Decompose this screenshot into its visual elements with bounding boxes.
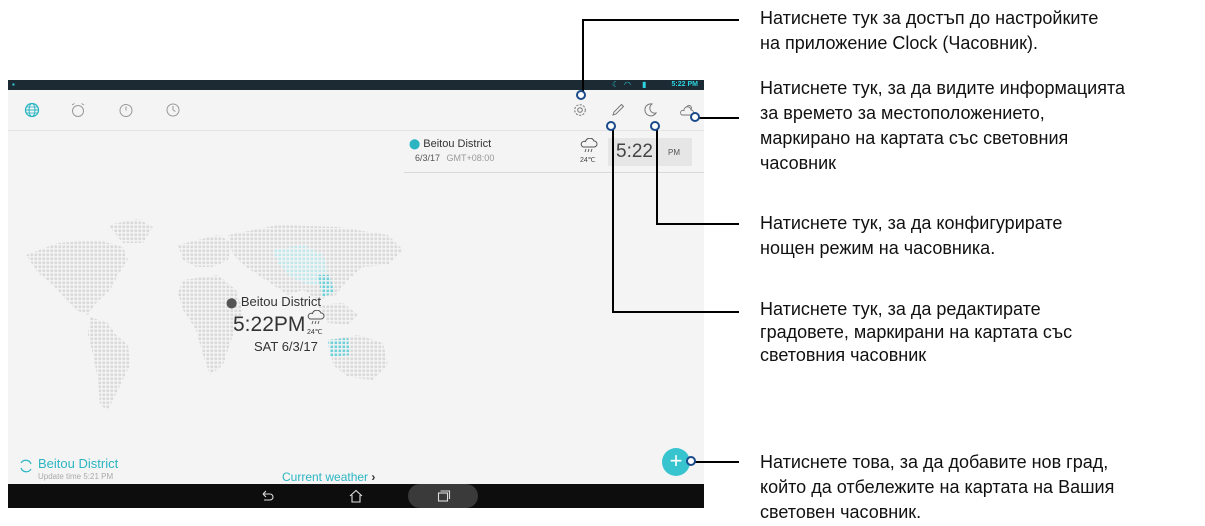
callout-dot-edit <box>606 121 616 131</box>
callout-edit-text: Натиснете тук, за да редактирате градове… <box>760 299 1073 365</box>
map-city-label: ⬤ Beitou District <box>226 294 321 309</box>
callout-line-edit-h <box>612 311 739 313</box>
callout-dot-add <box>686 456 696 466</box>
callout-line-night-h <box>656 223 739 225</box>
stopwatch-icon <box>119 104 133 117</box>
tab-timer[interactable] <box>163 100 183 120</box>
edit-cities-button[interactable] <box>608 100 628 120</box>
callout-line-settings-h <box>582 19 739 21</box>
city-card[interactable]: ⬤ Beitou District 6/3/17 GMT+08:00 24℃ 5… <box>404 132 704 173</box>
globe-icon <box>24 102 40 118</box>
tab-alarm[interactable] <box>68 100 88 120</box>
callout-night-text: Натиснете тук, за да конфигурирате нощен… <box>760 213 1063 258</box>
rain-cloud-icon <box>580 138 598 153</box>
callout-line-settings-v <box>582 19 584 95</box>
status-time: 5:22 PM <box>671 81 698 88</box>
navigation-bar <box>8 484 704 508</box>
map-temp: 24℃ <box>307 329 323 336</box>
notification-icon: ▪ <box>12 80 15 89</box>
clock-app-screen: ▪ ☾ ◠ ▮ 5:22 PM ⬤ Beitou District 6/3/17… <box>8 80 704 508</box>
pencil-icon <box>612 103 625 116</box>
wifi-icon: ◠ <box>624 80 631 89</box>
city-card-name-row: ⬤ Beitou District <box>409 138 491 150</box>
battery-icon: ▮ <box>642 80 647 89</box>
toolbar <box>8 90 704 131</box>
callout-settings-text: Натиснете тук за достъп до настройките н… <box>760 8 1099 53</box>
back-icon[interactable] <box>259 489 275 503</box>
map-date: SAT 6/3/17 <box>254 339 318 354</box>
map-time: 5:22PM <box>233 313 306 336</box>
callout-weather-text: Натиснете тук, за да видите информацията… <box>760 78 1126 173</box>
home-icon[interactable] <box>348 489 364 503</box>
callout-dot-settings <box>576 90 586 100</box>
location-pin-icon: ⬤ <box>409 139 421 150</box>
current-location-city: Beitou District <box>38 456 119 471</box>
city-card-temp: 24℃ <box>580 157 596 164</box>
settings-button[interactable] <box>570 100 590 120</box>
update-time: Update time 5:21 PM <box>38 472 114 481</box>
city-card-name: Beitou District <box>423 138 492 150</box>
city-card-time: 5:22 <box>616 141 653 162</box>
callout-line-edit-v <box>612 126 614 312</box>
callout-line-weather <box>695 117 739 119</box>
city-card-date-row: 6/3/17 GMT+08:00 <box>415 153 494 163</box>
night-mode-button[interactable] <box>640 100 660 120</box>
city-card-ampm: PM <box>668 148 680 157</box>
city-card-clock: 5:22 PM <box>608 138 692 166</box>
callout-dot-night <box>650 121 660 131</box>
tab-stopwatch[interactable] <box>116 100 136 120</box>
refresh-icon[interactable] <box>18 458 34 474</box>
map-pin-icon: ⬤ <box>226 298 238 309</box>
map-city-name: Beitou District <box>240 294 322 309</box>
recent-apps-icon[interactable] <box>435 489 451 503</box>
chevron-right-icon: › <box>371 470 376 484</box>
city-card-date: 6/3/17 <box>415 153 441 163</box>
alarm-clock-icon <box>71 103 85 117</box>
night-status-icon: ☾ <box>612 80 620 89</box>
tab-world-clock[interactable] <box>22 100 42 120</box>
callout-add-text: Натиснете това, за да добавите нов град,… <box>760 452 1115 522</box>
gear-icon <box>574 104 586 116</box>
current-weather-label: Current weather <box>282 470 369 484</box>
moon-icon <box>644 103 658 117</box>
current-weather-link[interactable]: Current weather › <box>282 470 375 484</box>
world-map <box>26 219 403 410</box>
callout-dot-weather <box>690 112 700 122</box>
city-card-gmt: GMT+08:00 <box>446 153 495 163</box>
status-bar: ▪ ☾ ◠ ▮ 5:22 PM <box>8 80 704 90</box>
callout-line-night-v <box>656 126 658 224</box>
timer-icon <box>166 103 180 117</box>
map-rain-cloud-icon <box>307 310 325 325</box>
